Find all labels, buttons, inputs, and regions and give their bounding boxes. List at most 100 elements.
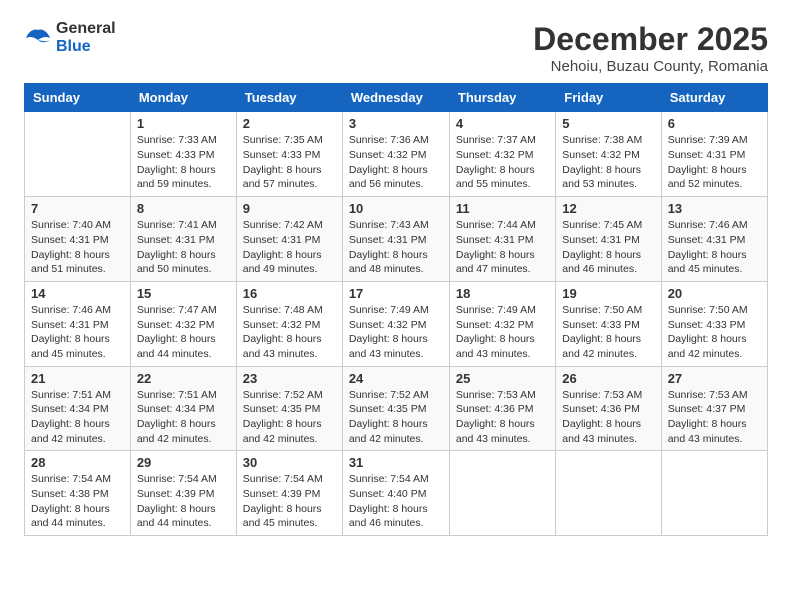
sunset-text: Sunset: 4:32 PM (349, 319, 427, 331)
page-header: General Blue December 2025 Nehoiu, Buzau… (24, 20, 768, 75)
daylight-text: Daylight: 8 hours and 44 minutes. (137, 503, 216, 530)
sunrise-text: Sunrise: 7:50 AM (562, 304, 642, 316)
calendar-cell: 28Sunrise: 7:54 AMSunset: 4:38 PMDayligh… (25, 451, 131, 536)
day-number: 8 (137, 201, 230, 216)
day-info: Sunrise: 7:43 AMSunset: 4:31 PMDaylight:… (349, 218, 443, 277)
calendar-header-row: SundayMondayTuesdayWednesdayThursdayFrid… (25, 84, 768, 112)
day-info: Sunrise: 7:52 AMSunset: 4:35 PMDaylight:… (243, 388, 336, 447)
daylight-text: Daylight: 8 hours and 50 minutes. (137, 249, 216, 276)
sunset-text: Sunset: 4:37 PM (668, 403, 746, 415)
day-info: Sunrise: 7:47 AMSunset: 4:32 PMDaylight:… (137, 303, 230, 362)
calendar-header-friday: Friday (556, 84, 661, 112)
logo-text: General Blue (56, 20, 116, 56)
day-info: Sunrise: 7:54 AM Sunset: 4:39 PM Daylight:… (137, 472, 230, 531)
sunset-text: Sunset: 4:31 PM (456, 234, 534, 246)
calendar-cell: 9Sunrise: 7:42 AMSunset: 4:31 PMDaylight… (236, 197, 342, 282)
day-number: 7 (31, 201, 124, 216)
day-number: 14 (31, 286, 124, 301)
sunset-text: Sunset: 4:33 PM (668, 319, 746, 331)
day-info: Sunrise: 7:33 AMSunset: 4:33 PMDaylight:… (137, 133, 230, 192)
day-info: Sunrise: 7:50 AMSunset: 4:33 PMDaylight:… (668, 303, 761, 362)
day-number: 16 (243, 286, 336, 301)
sunrise-text: Sunrise: 7:49 AM (456, 304, 536, 316)
day-number: 31 (349, 455, 443, 470)
calendar-header-tuesday: Tuesday (236, 84, 342, 112)
daylight-text: Daylight: 8 hours and 49 minutes. (243, 249, 322, 276)
calendar-week-row: 7 Sunrise: 7:40 AM Sunset: 4:31 PM Daylight… (25, 197, 768, 282)
daylight-text: Daylight: 8 hours and 51 minutes. (31, 249, 110, 276)
daylight-text: Daylight: 8 hours and 42 minutes. (668, 333, 747, 360)
sunset-text: Sunset: 4:31 PM (349, 234, 427, 246)
sunrise-text: Sunrise: 7:43 AM (349, 219, 429, 231)
calendar-table: SundayMondayTuesdayWednesdayThursdayFrid… (24, 83, 768, 536)
calendar-cell: 31Sunrise: 7:54 AMSunset: 4:40 PMDayligh… (342, 451, 449, 536)
day-number: 1 (137, 116, 230, 131)
day-number: 5 (562, 116, 654, 131)
sunrise-text: Sunrise: 7:37 AM (456, 134, 536, 146)
sunset-text: Sunset: 4:35 PM (349, 403, 427, 415)
day-info: Sunrise: 7:36 AMSunset: 4:32 PMDaylight:… (349, 133, 443, 192)
sunset-text: Sunset: 4:32 PM (137, 319, 215, 331)
sunrise-text: Sunrise: 7:53 AM (456, 389, 536, 401)
calendar-header-wednesday: Wednesday (342, 84, 449, 112)
location-subtitle: Nehoiu, Buzau County, Romania (533, 58, 768, 75)
sunset-text: Sunset: 4:32 PM (349, 149, 427, 161)
daylight-text: Daylight: 8 hours and 43 minutes. (456, 418, 535, 445)
day-info: Sunrise: 7:54 AMSunset: 4:39 PMDaylight:… (243, 472, 336, 531)
day-info: Sunrise: 7:41 AMSunset: 4:31 PMDaylight:… (137, 218, 230, 277)
day-number: 9 (243, 201, 336, 216)
day-info: Sunrise: 7:48 AMSunset: 4:32 PMDaylight:… (243, 303, 336, 362)
sunrise-text: Sunrise: 7:40 AM (31, 219, 111, 231)
calendar-cell: 20 Sunrise: 7:50 AMSunset: 4:33 PMDayligh… (661, 281, 767, 366)
title-block: December 2025 Nehoiu, Buzau County, Roma… (533, 20, 768, 75)
sunset-text: Sunset: 4:36 PM (456, 403, 534, 415)
day-number: 25 (456, 371, 549, 386)
calendar-cell: 23Sunrise: 7:52 AMSunset: 4:35 PMDayligh… (236, 366, 342, 451)
calendar-cell: 7 Sunrise: 7:40 AM Sunset: 4:31 PM Daylight… (25, 197, 131, 282)
sunset-text: Sunset: 4:31 PM (31, 234, 109, 246)
calendar-cell: 10Sunrise: 7:43 AMSunset: 4:31 PMDayligh… (342, 197, 449, 282)
daylight-text: Daylight: 8 hours and 44 minutes. (31, 503, 110, 530)
calendar-header-sunday: Sunday (25, 84, 131, 112)
day-number: 20 (668, 286, 761, 301)
sunrise-text: Sunrise: 7:51 AM (137, 389, 217, 401)
calendar-cell: 17Sunrise: 7:49 AMSunset: 4:32 PMDayligh… (342, 281, 449, 366)
sunset-text: Sunset: 4:39 PM (137, 488, 215, 500)
day-number: 24 (349, 371, 443, 386)
sunrise-text: Sunrise: 7:38 AM (562, 134, 642, 146)
day-number: 12 (562, 201, 654, 216)
sunrise-text: Sunrise: 7:46 AM (31, 304, 111, 316)
sunrise-text: Sunrise: 7:42 AM (243, 219, 323, 231)
day-info: Sunrise: 7:49 AMSunset: 4:32 PMDaylight:… (456, 303, 549, 362)
calendar-cell: 13Sunrise: 7:46 AMSunset: 4:31 PMDayligh… (661, 197, 767, 282)
sunrise-text: Sunrise: 7:53 AM (668, 389, 748, 401)
daylight-text: Daylight: 8 hours and 42 minutes. (243, 418, 322, 445)
sunset-text: Sunset: 4:31 PM (668, 149, 746, 161)
daylight-text: Daylight: 8 hours and 57 minutes. (243, 164, 322, 191)
day-number: 11 (456, 201, 549, 216)
day-info: Sunrise: 7:39 AMSunset: 4:31 PMDaylight:… (668, 133, 761, 192)
sunrise-text: Sunrise: 7:45 AM (562, 219, 642, 231)
sunrise-text: Sunrise: 7:53 AM (562, 389, 642, 401)
calendar-header-thursday: Thursday (449, 84, 555, 112)
day-info: Sunrise: 7:40 AM Sunset: 4:31 PM Daylight:… (31, 218, 124, 277)
sunrise-text: Sunrise: 7:54 AM (137, 473, 217, 485)
day-info: Sunrise: 7:51 AMSunset: 4:34 PMDaylight:… (137, 388, 230, 447)
calendar-week-row: 28Sunrise: 7:54 AMSunset: 4:38 PMDayligh… (25, 451, 768, 536)
calendar-cell: 2Sunrise: 7:35 AMSunset: 4:33 PMDaylight… (236, 112, 342, 197)
calendar-cell (25, 112, 131, 197)
sunrise-text: Sunrise: 7:36 AM (349, 134, 429, 146)
day-number: 21 (31, 371, 124, 386)
daylight-text: Daylight: 8 hours and 43 minutes. (456, 333, 535, 360)
calendar-cell: 6Sunrise: 7:39 AMSunset: 4:31 PMDaylight… (661, 112, 767, 197)
calendar-week-row: 21 Sunrise: 7:51 AMSunset: 4:34 PMDayligh… (25, 366, 768, 451)
sunset-text: Sunset: 4:35 PM (243, 403, 321, 415)
sunrise-text: Sunrise: 7:33 AM (137, 134, 217, 146)
day-number: 19 (562, 286, 654, 301)
day-number: 10 (349, 201, 443, 216)
calendar-cell: 27Sunrise: 7:53 AMSunset: 4:37 PMDayligh… (661, 366, 767, 451)
day-info: Sunrise: 7:46 AMSunset: 4:31 PMDaylight:… (31, 303, 124, 362)
sunrise-text: Sunrise: 7:52 AM (349, 389, 429, 401)
daylight-text: Daylight: 8 hours and 53 minutes. (562, 164, 641, 191)
day-info: Sunrise: 7:49 AMSunset: 4:32 PMDaylight:… (349, 303, 443, 362)
